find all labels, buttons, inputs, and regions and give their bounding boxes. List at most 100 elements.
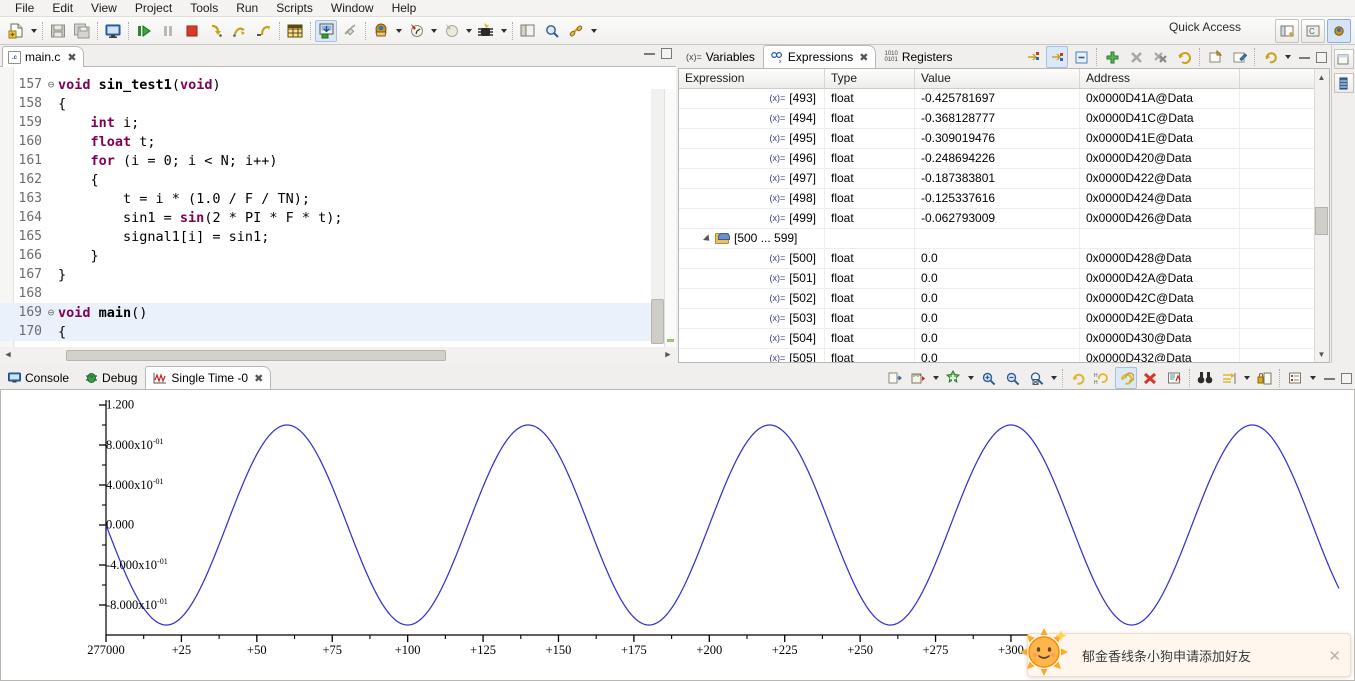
editor-horizontal-scroll-thumb[interactable] <box>66 349 446 361</box>
suspend-button[interactable] <box>157 20 179 42</box>
cell-type[interactable] <box>825 228 915 249</box>
expand-arrow-icon[interactable] <box>702 233 713 244</box>
binoculars-search-button[interactable] <box>1194 367 1216 389</box>
cell-type[interactable]: float <box>825 168 915 189</box>
cell-value[interactable]: 0.0 <box>915 328 1080 349</box>
cell-value[interactable]: -0.309019476 <box>915 128 1080 149</box>
measurement-button[interactable] <box>907 367 929 389</box>
table-row[interactable]: (x)= [502] float 0.0 0x0000D42C@Data <box>679 288 1329 309</box>
editor-overview-ruler[interactable] <box>664 89 676 347</box>
cell-address[interactable]: 0x0000D432@Data <box>1080 348 1240 362</box>
cell-expression[interactable]: (x)= [493] <box>679 88 825 109</box>
step-over-button[interactable] <box>229 20 251 42</box>
column-header-type[interactable]: Type <box>825 69 915 88</box>
menu-item-window[interactable]: Window <box>322 0 383 17</box>
tab-expressions[interactable]: x Expressions ✖ <box>762 45 877 68</box>
cell-expression[interactable]: (x)= [502] <box>679 288 825 309</box>
perspective-debug-button[interactable] <box>1327 19 1351 43</box>
measurement-dropdown-arrow[interactable] <box>930 367 941 389</box>
disconnect-button[interactable] <box>339 20 361 42</box>
editor-horizontal-scrollbar[interactable]: ◀ ▶ <box>0 347 676 363</box>
cell-expression[interactable]: (x)= [504] <box>679 328 825 349</box>
scroll-up-icon[interactable]: ▲ <box>1315 70 1328 84</box>
show-type-names-button[interactable] <box>1046 46 1068 68</box>
new-file-button[interactable] <box>5 20 27 42</box>
cell-expression[interactable]: [500 ... 599] <box>679 228 825 249</box>
quick-access[interactable]: Quick Access <box>1169 20 1245 34</box>
restore-view-button[interactable] <box>1333 49 1354 69</box>
cell-address[interactable]: 0x0000D428@Data <box>1080 248 1240 269</box>
debug-dropdown-arrow[interactable] <box>393 20 404 42</box>
editor-hscroll-track[interactable] <box>16 349 660 362</box>
fold-marker-icon[interactable]: ⊖ <box>44 306 58 319</box>
table-row[interactable]: (x)= [493] float -0.425781697 0x0000D41A@Dat… <box>679 88 1329 109</box>
run-dropdown-arrow[interactable] <box>428 20 439 42</box>
terminate-button[interactable] <box>181 20 203 42</box>
table-row[interactable]: (x)= [496] float -0.248694226 0x0000D420@Dat… <box>679 148 1329 169</box>
remove-all-expressions-button[interactable] <box>1149 46 1171 68</box>
cell-value[interactable]: 0.0 <box>915 308 1080 329</box>
cell-expression[interactable]: (x)= [495] <box>679 128 825 149</box>
column-header-value[interactable]: Value <box>915 69 1080 88</box>
cell-value[interactable]: 0.0 <box>915 348 1080 362</box>
cell-expression[interactable]: (x)= [498] <box>679 188 825 209</box>
cell-value[interactable]: -0.425781697 <box>915 88 1080 109</box>
save-button[interactable] <box>47 20 69 42</box>
cell-address[interactable]: 0x0000D430@Data <box>1080 328 1240 349</box>
tab-console[interactable]: Console <box>0 366 77 389</box>
table-row[interactable]: [500 ... 599] <box>679 228 1329 249</box>
menu-item-tools[interactable]: Tools <box>181 0 227 17</box>
cell-type[interactable]: float <box>825 128 915 149</box>
tab-debug[interactable]: Debug <box>77 366 145 389</box>
editor-tab-main-c[interactable]: .c main.c ✖ <box>2 46 84 67</box>
refresh-expressions-button[interactable] <box>1173 46 1195 68</box>
close-icon[interactable]: ✕ <box>1328 647 1341 665</box>
table-row[interactable]: (x)= [494] float -0.368128777 0x0000D41C@Dat… <box>679 108 1329 129</box>
lock-graph-button[interactable] <box>1253 367 1275 389</box>
new-expression-window-button[interactable] <box>1204 46 1226 68</box>
table-row[interactable]: (x)= [495] float -0.309019476 0x0000D41E@Dat… <box>679 128 1329 149</box>
cell-expression[interactable]: (x)= [501] <box>679 268 825 289</box>
edit-expression-button[interactable] <box>1228 46 1250 68</box>
table-row[interactable]: (x)= [504] float 0.0 0x0000D430@Data <box>679 328 1329 349</box>
cell-type[interactable]: float <box>825 208 915 229</box>
expressions-scroll-thumb[interactable] <box>1315 207 1328 235</box>
cell-value[interactable]: 0.0 <box>915 248 1080 269</box>
table-row[interactable]: (x)= [503] float 0.0 0x0000D42E@Data <box>679 308 1329 329</box>
zoom-reset-button[interactable] <box>1025 367 1047 389</box>
cell-expression[interactable]: (x)= [500] <box>679 248 825 269</box>
tab-registers[interactable]: 1010 0101 Registers <box>876 45 960 68</box>
auto-refresh-button[interactable] <box>1115 367 1137 389</box>
open-perspective-button[interactable] <box>1275 19 1299 43</box>
table-row[interactable]: (x)= [505] float 0.0 0x0000D432@Data <box>679 348 1329 362</box>
cell-address[interactable]: 0x0000D424@Data <box>1080 188 1240 209</box>
resume-button[interactable] <box>133 20 155 42</box>
export-data-button[interactable] <box>883 367 905 389</box>
add-expression-button[interactable] <box>1101 46 1123 68</box>
menu-item-edit[interactable]: Edit <box>43 0 82 17</box>
perspective-grid-button[interactable] <box>517 20 539 42</box>
cell-expression[interactable]: (x)= [505] <box>679 348 825 362</box>
graph-view-menu-arrow[interactable] <box>1307 367 1318 389</box>
cell-expression[interactable]: (x)= [497] <box>679 168 825 189</box>
menu-item-help[interactable]: Help <box>383 0 426 17</box>
table-row[interactable]: (x)= [498] float -0.125337616 0x0000D424@Dat… <box>679 188 1329 209</box>
cell-address[interactable]: 0x0000D42C@Data <box>1080 288 1240 309</box>
cell-type[interactable]: float <box>825 328 915 349</box>
scroll-left-icon[interactable]: ◀ <box>0 350 16 360</box>
debug-launch-button[interactable] <box>370 20 392 42</box>
remove-expression-button[interactable] <box>1125 46 1147 68</box>
menu-item-scripts[interactable]: Scripts <box>267 0 322 17</box>
refresh-graph-button[interactable] <box>1067 367 1089 389</box>
pin-expressions-button[interactable] <box>1022 46 1044 68</box>
maximize-icon[interactable] <box>1341 372 1352 384</box>
minimize-icon[interactable] <box>644 52 655 55</box>
cell-address[interactable]: 0x0000D420@Data <box>1080 148 1240 169</box>
cell-value[interactable] <box>915 228 1080 249</box>
link-button[interactable] <box>565 20 587 42</box>
cell-expression[interactable]: (x)= [494] <box>679 108 825 129</box>
scroll-down-icon[interactable]: ▼ <box>1315 347 1328 361</box>
step-into-button[interactable] <box>205 20 227 42</box>
cell-value[interactable]: -0.248694226 <box>915 148 1080 169</box>
cell-expression[interactable]: (x)= [503] <box>679 308 825 329</box>
